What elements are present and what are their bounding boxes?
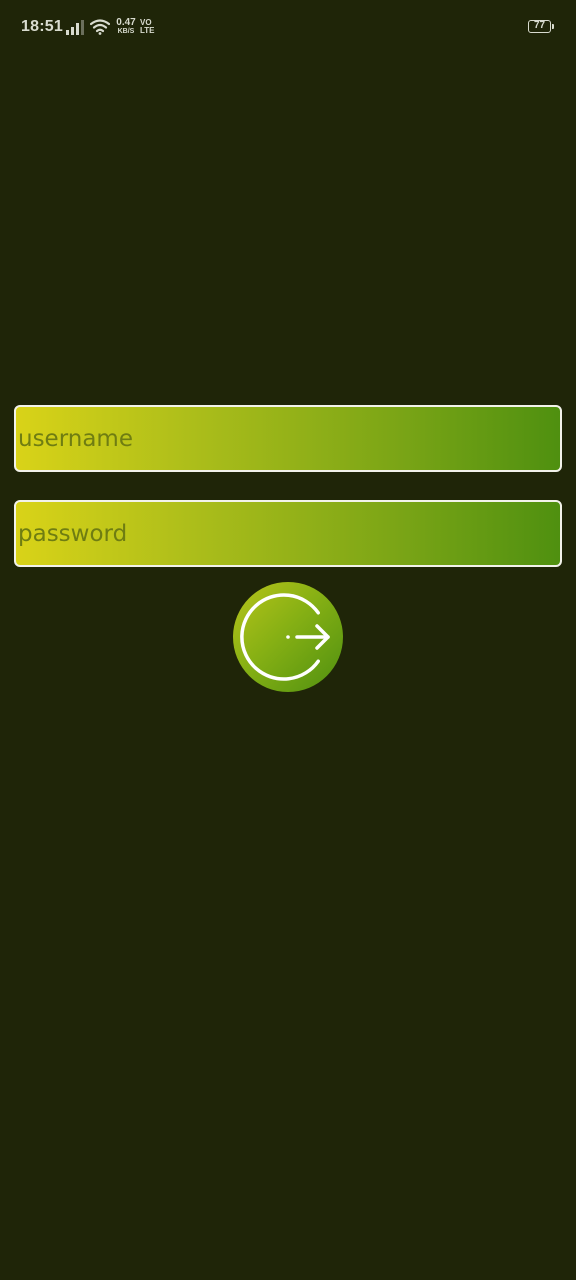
status-time: 18:51 (21, 18, 63, 35)
signal-icon (66, 20, 84, 35)
network-speed-unit: KB/S (117, 28, 135, 35)
password-input[interactable] (16, 502, 560, 565)
volte-bottom-label: LTE (140, 26, 155, 35)
battery-icon: 77 (528, 20, 554, 33)
username-field[interactable] (14, 405, 562, 472)
login-arrow-icon (240, 593, 330, 681)
status-bar: 18:51 0.47 KB/S VO LTE 77 (0, 0, 576, 56)
volte-indicator: VO LTE (140, 19, 155, 35)
network-speed-value: 0.47 (116, 17, 136, 28)
network-speed: 0.47 KB/S (115, 18, 137, 36)
password-field[interactable] (14, 500, 562, 567)
login-button[interactable] (233, 582, 343, 692)
battery-level: 77 (533, 20, 546, 31)
username-input[interactable] (16, 407, 560, 470)
wifi-icon (90, 19, 110, 35)
